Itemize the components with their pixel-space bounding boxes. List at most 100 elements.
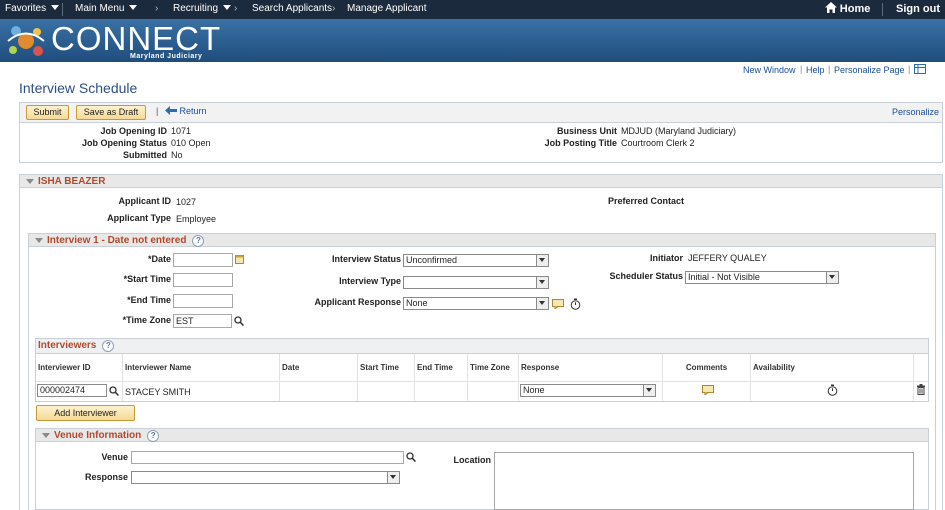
chevron-down-icon [223,5,232,10]
link-divider: | [800,64,803,74]
home-link[interactable]: Home [825,2,870,15]
applicant-response-value: None [406,298,428,308]
return-arrow-icon [165,106,177,115]
nav-divider [62,3,63,16]
favorites-menu[interactable]: Favorites [5,3,60,14]
col-interviewer-name[interactable]: Interviewer Name [123,354,280,381]
interviewers-grid: Interviewers? Interviewer ID Interviewer… [35,338,929,402]
collapse-arrow-icon[interactable] [26,179,34,184]
page-title: Interview Schedule [19,80,138,96]
interviewer-response-value: None [523,385,545,395]
interview-status-select[interactable]: Unconfirmed [403,254,549,267]
initiator-value: JEFFERY QUALEY [688,253,767,263]
applicant-response-label: Applicant Response [314,297,401,307]
venue-response-label: Response [84,472,128,482]
interview-type-label: Interview Type [339,276,401,286]
interviewer-name-value: STACEY SMITH [123,381,280,401]
add-interviewer-button[interactable]: Add Interviewer [36,405,135,421]
venue-response-select[interactable] [131,471,400,484]
breadcrumb-search-applicants[interactable]: Search Applicants [252,3,332,14]
search-icon[interactable] [406,452,416,462]
venue-title: Venue Information? [54,430,160,442]
interview-type-select[interactable] [403,276,549,289]
interviewers-title-text: Interviewers [38,340,97,351]
col-comments[interactable]: Comments [663,354,751,381]
toolbar-divider: | [156,106,159,116]
chevron-down-icon [643,385,655,396]
interview-title: Interview 1 - Date not entered? [47,235,205,247]
help-icon[interactable]: ? [147,430,160,442]
end-time-cell [415,381,468,401]
start-time-cell [358,381,415,401]
collapse-arrow-icon[interactable] [35,238,43,243]
date-label: *Date [147,254,171,264]
home-icon [825,2,837,13]
sign-out-link[interactable]: Sign out [896,3,940,15]
save-as-draft-button[interactable]: Save as Draft [76,105,146,120]
interviewers-grid-header: Interviewers? [36,339,928,354]
col-time-zone[interactable]: Time Zone [468,354,519,381]
chevron-down-icon [536,277,548,288]
interviewer-response-select[interactable]: None [520,384,656,397]
applicant-type-label: Applicant Type [107,213,171,223]
stopwatch-icon[interactable] [827,384,838,396]
help-icon[interactable]: ? [102,340,115,352]
venue-section-header[interactable]: Venue Information? [35,428,929,442]
col-date[interactable]: Date [280,354,358,381]
breadcrumb-manage-applicant[interactable]: Manage Applicant [347,3,427,14]
return-link[interactable]: Return [165,106,207,116]
applicant-id-label: Applicant ID [118,196,171,206]
main-menu[interactable]: Main Menu [75,3,138,14]
scheduler-status-label: Scheduler Status [609,271,683,281]
breadcrumb-separator-icon: › [234,3,238,14]
applicant-type-value: Employee [176,214,217,224]
venue-input[interactable] [131,451,404,464]
start-time-label: *Start Time [123,274,171,284]
breadcrumb-separator-icon: › [155,3,159,14]
breadcrumb-recruiting[interactable]: Recruiting [173,3,232,14]
personalize-link[interactable]: Personalize [892,107,939,117]
scheduler-status-select[interactable]: Initial - Not Visible [685,271,839,284]
applicant-section-header[interactable]: ISHA BEAZER [19,174,943,188]
grid-view-icon[interactable] [914,64,926,74]
search-icon[interactable] [109,386,119,396]
link-divider: | [908,64,911,74]
end-time-label: *End Time [127,295,171,305]
connect-logo-icon [7,26,45,56]
chevron-down-icon [826,272,838,283]
applicant-response-select[interactable]: None [403,297,549,310]
help-link[interactable]: Help [806,65,825,75]
breadcrumb-label: Recruiting [173,3,219,14]
collapse-arrow-icon[interactable] [42,433,50,438]
col-interviewer-id[interactable]: Interviewer ID [36,354,123,381]
calendar-icon[interactable] [235,255,244,264]
end-time-input[interactable] [173,294,233,308]
trash-icon[interactable] [916,384,926,395]
scheduler-status-value: Initial - Not Visible [688,272,760,282]
interviewer-id-input[interactable]: 000002474 [37,384,107,397]
chevron-down-icon [51,5,60,10]
comment-icon[interactable] [552,299,564,309]
col-response[interactable]: Response [519,354,663,381]
time-zone-input[interactable]: EST [173,314,232,328]
location-textarea[interactable] [494,452,914,510]
chevron-down-icon [536,298,548,309]
col-availability[interactable]: Availability [751,354,914,381]
interview-section-header[interactable]: Interview 1 - Date not entered? [28,233,936,247]
interview-status-value: Unconfirmed [406,255,458,265]
stopwatch-icon[interactable] [570,298,581,310]
col-start-time[interactable]: Start Time [358,354,415,381]
date-input[interactable] [173,253,233,267]
submit-button[interactable]: Submit [26,105,69,120]
search-icon[interactable] [234,316,244,326]
location-label: Location [453,455,492,465]
start-time-input[interactable] [173,273,233,287]
comment-icon[interactable] [702,385,714,395]
link-divider: | [828,64,831,74]
job-opening-id-label: Job Opening ID [100,126,168,136]
col-end-time[interactable]: End Time [415,354,468,381]
help-icon[interactable]: ? [192,235,205,247]
personalize-page-link[interactable]: Personalize Page [834,65,905,75]
job-opening-status-value: 010 Open [171,138,211,148]
new-window-link[interactable]: New Window [743,65,796,75]
